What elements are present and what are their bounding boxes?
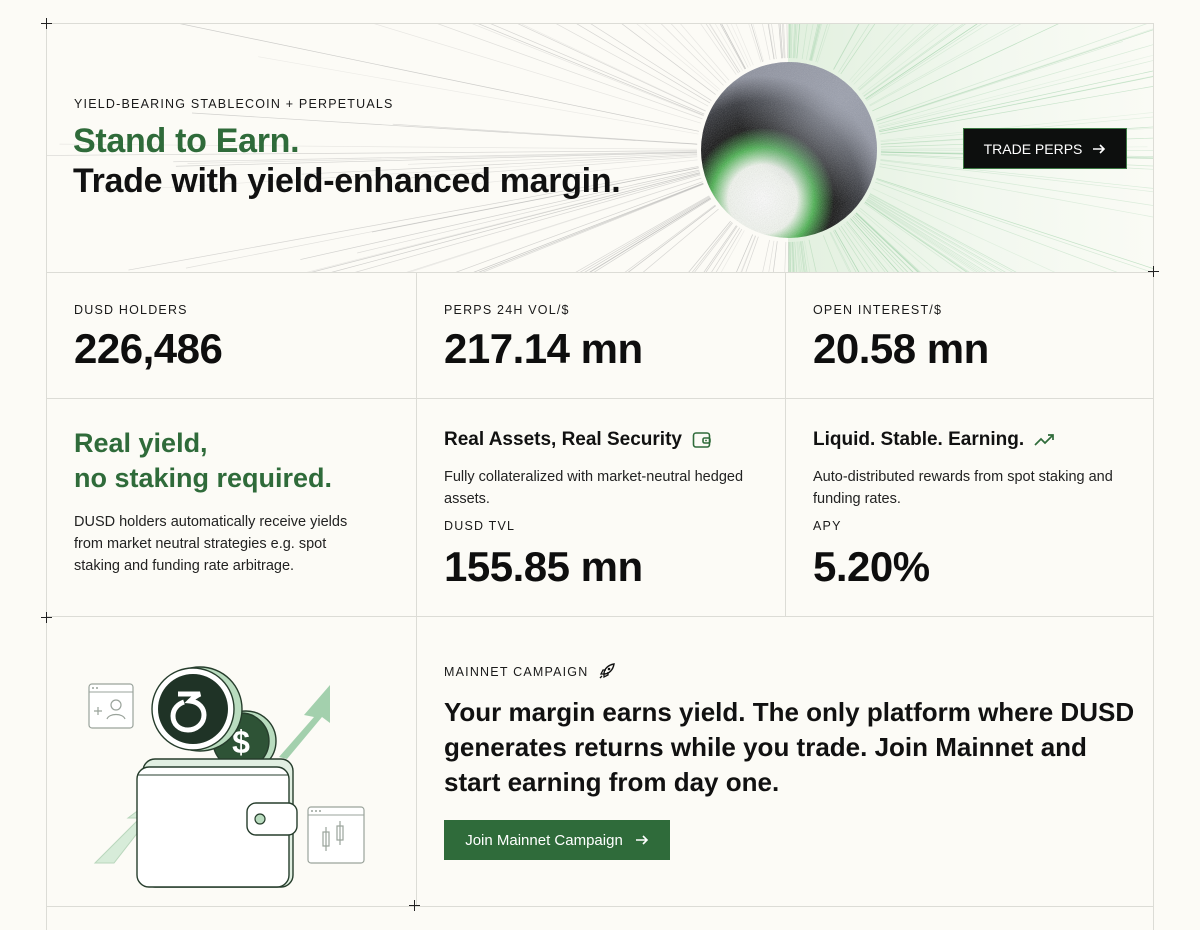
stat-label: DUSD HOLDERS bbox=[74, 303, 188, 317]
real-yield-heading-line2: no staking required. bbox=[74, 463, 333, 493]
real-yield-heading-line1: Real yield, bbox=[74, 428, 208, 458]
campaign-label: MAINNET CAMPAIGN bbox=[444, 664, 589, 679]
join-mainnet-button[interactable]: Join Mainnet Campaign bbox=[444, 820, 670, 860]
campaign-headline: Your margin earns yield. The only platfo… bbox=[444, 697, 1135, 797]
wallet-graphic bbox=[136, 758, 298, 888]
trade-perps-label: TRADE PERPS bbox=[983, 140, 1083, 157]
feature-real-yield: Real yield, no staking required. DUSD ho… bbox=[47, 399, 416, 616]
stat-perps-volume: PERPS 24H VOL/$ 217.14 mn bbox=[416, 273, 785, 398]
crosshair-marker bbox=[41, 18, 52, 29]
liquid-description: Auto-distributed rewards from spot staki… bbox=[813, 469, 1113, 507]
apy-value: 5.20% bbox=[813, 543, 930, 590]
campaign-label-row: MAINNET CAMPAIGN bbox=[444, 663, 616, 680]
profile-card-icon bbox=[88, 683, 134, 729]
crosshair-marker bbox=[1148, 266, 1159, 277]
liquid-title-row: Liquid. Stable. Earning. bbox=[813, 429, 1056, 451]
tvl-value: 155.85 mn bbox=[444, 543, 643, 590]
tvl-label: DUSD TVL bbox=[444, 519, 516, 533]
arrow-right-icon bbox=[635, 835, 648, 845]
trend-up-icon bbox=[1034, 434, 1054, 446]
candlestick-card-icon bbox=[307, 806, 365, 864]
rocket-icon bbox=[599, 663, 616, 679]
stat-open-interest: OPEN INTEREST/$ 20.58 mn bbox=[785, 273, 1153, 398]
real-assets-description: Fully collateralized with market-neutral… bbox=[444, 469, 744, 507]
apy-label: APY bbox=[813, 519, 842, 533]
dusd-coin-icon bbox=[151, 666, 243, 752]
join-mainnet-label: Join Mainnet Campaign bbox=[465, 831, 623, 849]
stat-value: 20.58 mn bbox=[813, 325, 989, 372]
campaign-row: $ MAINNET CAMPAIGN Your margin earns yie… bbox=[47, 617, 1153, 907]
real-yield-description: DUSD holders automatically receive yield… bbox=[74, 514, 348, 574]
feature-liquid-stable: Liquid. Stable. Earning. Auto-distribute… bbox=[785, 399, 1153, 616]
stats-row: DUSD HOLDERS 226,486 PERPS 24H VOL/$ 217… bbox=[47, 273, 1153, 399]
campaign-content: MAINNET CAMPAIGN Your margin earns yield… bbox=[416, 617, 1153, 906]
hero-banner: YIELD-BEARING STABLECOIN + PERPETUALS St… bbox=[47, 24, 1153, 273]
feature-real-assets: Real Assets, Real Security Fully collate… bbox=[416, 399, 785, 616]
crosshair-marker bbox=[41, 612, 52, 623]
real-assets-title: Real Assets, Real Security bbox=[444, 429, 682, 450]
features-row: Real yield, no staking required. DUSD ho… bbox=[47, 399, 1153, 617]
wallet-coins-illustration: $ bbox=[88, 666, 365, 888]
hero-sphere-graphic bbox=[701, 62, 877, 238]
campaign-illustration: $ bbox=[47, 617, 416, 906]
trade-perps-button[interactable]: TRADE PERPS bbox=[963, 128, 1127, 169]
real-yield-heading: Real yield, no staking required. bbox=[74, 426, 332, 496]
hero-title-secondary: Trade with yield-enhanced margin. bbox=[73, 162, 621, 200]
stat-label: OPEN INTEREST/$ bbox=[813, 303, 943, 317]
hero-eyebrow: YIELD-BEARING STABLECOIN + PERPETUALS bbox=[74, 97, 394, 111]
wallet-icon bbox=[692, 432, 711, 448]
page-frame: YIELD-BEARING STABLECOIN + PERPETUALS St… bbox=[46, 23, 1154, 930]
stat-label: PERPS 24H VOL/$ bbox=[444, 303, 570, 317]
crosshair-marker bbox=[409, 900, 420, 911]
stat-dusd-holders: DUSD HOLDERS 226,486 bbox=[47, 273, 416, 398]
stat-value: 217.14 mn bbox=[444, 325, 643, 372]
hero-title-primary: Stand to Earn. bbox=[73, 122, 300, 160]
stat-value: 226,486 bbox=[74, 325, 223, 372]
arrow-right-icon bbox=[1093, 143, 1106, 154]
real-assets-title-row: Real Assets, Real Security bbox=[444, 429, 712, 451]
liquid-title: Liquid. Stable. Earning. bbox=[813, 429, 1025, 450]
